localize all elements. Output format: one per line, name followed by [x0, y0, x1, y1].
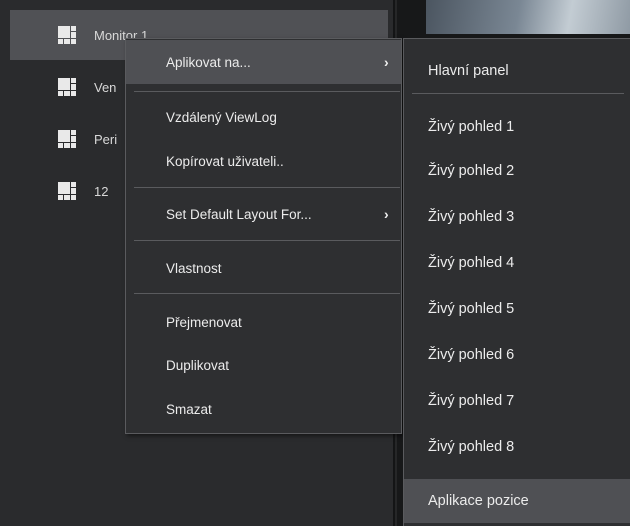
submenu-item-live-view-6[interactable]: Živý pohled 6: [404, 333, 630, 377]
menu-separator: [134, 293, 400, 294]
submenu-item-label: Aplikace pozice: [428, 493, 529, 509]
submenu-item-label: Hlavní panel: [428, 63, 509, 79]
submenu-item-label: Živý pohled 1: [428, 119, 515, 135]
submenu-item-apply-position[interactable]: Aplikace pozice: [404, 479, 630, 523]
submenu-apply-to: Hlavní panel Živý pohled 1 Živý pohled 2…: [403, 38, 630, 526]
chevron-right-icon: ›: [384, 206, 389, 222]
menu-item-label: Duplikovat: [166, 357, 230, 373]
grid-layout-icon: [58, 26, 76, 44]
menu-item-label: Kopírovat uživateli..: [166, 153, 284, 169]
chevron-right-icon: ›: [384, 54, 389, 70]
submenu-item-main-panel[interactable]: Hlavní panel: [404, 49, 630, 93]
menu-item-label: Vzdálený ViewLog: [166, 109, 277, 125]
menu-item-duplicate[interactable]: Duplikovat: [126, 343, 401, 387]
submenu-item-label: Živý pohled 7: [428, 393, 515, 409]
menu-separator: [412, 93, 624, 94]
menu-item-rename[interactable]: Přejmenovat: [126, 300, 401, 344]
submenu-item-label: Živý pohled 2: [428, 163, 515, 179]
menu-item-label: Přejmenovat: [166, 314, 242, 330]
menu-separator: [134, 240, 400, 241]
grid-layout-icon: [58, 182, 76, 200]
layout-item-label: Ven: [94, 79, 117, 95]
submenu-item-label: Živý pohled 8: [428, 439, 515, 455]
submenu-item-live-view-7[interactable]: Živý pohled 7: [404, 379, 630, 423]
submenu-item-live-view-3[interactable]: Živý pohled 3: [404, 195, 630, 239]
menu-separator: [134, 91, 400, 92]
camera-preview[interactable]: [426, 0, 630, 34]
grid-layout-icon: [58, 130, 76, 148]
menu-item-label: Vlastnost: [166, 260, 222, 276]
menu-separator: [134, 187, 400, 188]
context-menu: Aplikovat na... › Vzdálený ViewLog Kopír…: [125, 38, 402, 434]
menu-item-label: Smazat: [166, 401, 212, 417]
submenu-item-label: Živý pohled 3: [428, 209, 515, 225]
grid-layout-icon: [58, 78, 76, 96]
menu-item-delete[interactable]: Smazat: [126, 387, 401, 431]
menu-item-set-default-layout[interactable]: Set Default Layout For... ›: [126, 192, 401, 236]
menu-item-remote-viewlog[interactable]: Vzdálený ViewLog: [126, 95, 401, 139]
submenu-item-label: Živý pohled 6: [428, 347, 515, 363]
submenu-item-live-view-2[interactable]: Živý pohled 2: [404, 149, 630, 193]
menu-item-apply-to[interactable]: Aplikovat na... ›: [126, 40, 401, 84]
submenu-item-label: Živý pohled 4: [428, 255, 515, 271]
layout-item-label: 12: [94, 183, 109, 199]
menu-item-copy-to-user[interactable]: Kopírovat uživateli..: [126, 139, 401, 183]
submenu-item-live-view-4[interactable]: Živý pohled 4: [404, 241, 630, 285]
submenu-item-live-view-8[interactable]: Živý pohled 8: [404, 425, 630, 469]
submenu-item-label: Živý pohled 5: [428, 301, 515, 317]
submenu-item-live-view-1[interactable]: Živý pohled 1: [404, 105, 630, 149]
layout-item-label: Peri: [94, 131, 118, 147]
menu-item-label: Set Default Layout For...: [166, 206, 312, 222]
submenu-item-live-view-5[interactable]: Živý pohled 5: [404, 287, 630, 331]
menu-item-properties[interactable]: Vlastnost: [126, 246, 401, 290]
menu-item-label: Aplikovat na...: [166, 54, 251, 70]
